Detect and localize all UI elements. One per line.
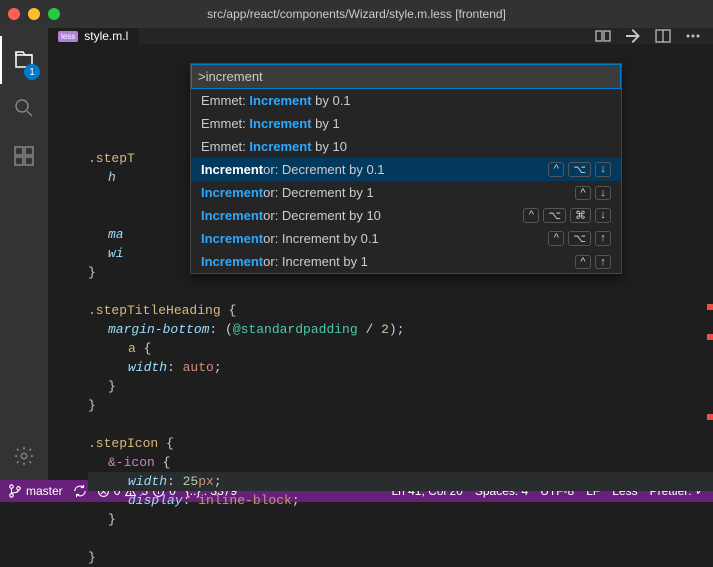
tab-bar: less style.m.l [48,28,713,44]
command-palette-item[interactable]: Incrementor: Decrement by 0.1^⌥↓ [191,158,621,181]
command-palette-item[interactable]: Emmet: Increment by 10 [191,135,621,158]
code-line [88,415,713,434]
code-line [88,529,713,548]
command-palette-input[interactable] [191,64,621,89]
keybinding: ^↑ [575,255,611,269]
code-line: &-icon { [88,453,713,472]
window-title: src/app/react/components/Wizard/style.m.… [207,7,506,21]
command-palette-item[interactable]: Emmet: Increment by 0.1 [191,89,621,112]
code-line: width: 25px; [88,472,713,491]
titlebar: src/app/react/components/Wizard/style.m.… [0,0,713,28]
code-line: } [88,548,713,567]
code-line: .stepIcon { [88,434,713,453]
command-palette-list: Emmet: Increment by 0.1Emmet: Increment … [191,89,621,273]
more-actions-icon[interactable] [685,28,701,44]
command-palette-item[interactable]: Incrementor: Increment by 1^↑ [191,250,621,273]
command-palette-item[interactable]: Incrementor: Decrement by 10^⌥⌘↓ [191,204,621,227]
command-palette-item[interactable]: Incrementor: Decrement by 1^↓ [191,181,621,204]
tab-style-less[interactable]: less style.m.l [48,28,139,44]
explorer-icon[interactable]: 1 [0,36,48,84]
code-line [88,282,713,301]
code-line: } [88,396,713,415]
maximize-window-button[interactable] [48,8,60,20]
command-palette-item[interactable]: Emmet: Increment by 1 [191,112,621,135]
activity-bar: 1 [0,28,48,480]
keybinding: ^⌥↑ [548,231,611,246]
settings-icon[interactable] [0,432,48,480]
command-palette: Emmet: Increment by 0.1Emmet: Increment … [190,63,622,274]
extensions-icon[interactable] [0,132,48,180]
code-line: margin-bottom: (@standardpadding / 2); [88,320,713,339]
minimize-window-button[interactable] [28,8,40,20]
keybinding: ^⌥↓ [548,162,611,177]
tab-label: style.m.l [84,29,128,43]
open-changes-icon[interactable] [625,28,641,44]
code-line: display: inline-block; [88,491,713,510]
command-palette-item[interactable]: Incrementor: Increment by 0.1^⌥↑ [191,227,621,250]
code-line: a { [88,339,713,358]
code-line: width: auto; [88,358,713,377]
code-line: } [88,510,713,529]
compare-changes-icon[interactable] [595,28,611,44]
code-line: .stepTitleHeading { [88,301,713,320]
keybinding: ^↓ [575,186,611,200]
search-icon[interactable] [0,84,48,132]
close-window-button[interactable] [8,8,20,20]
split-editor-icon[interactable] [655,28,671,44]
code-line: } [88,377,713,396]
explorer-badge: 1 [24,64,40,80]
file-lang-badge: less [58,31,78,42]
keybinding: ^⌥⌘↓ [523,208,611,223]
